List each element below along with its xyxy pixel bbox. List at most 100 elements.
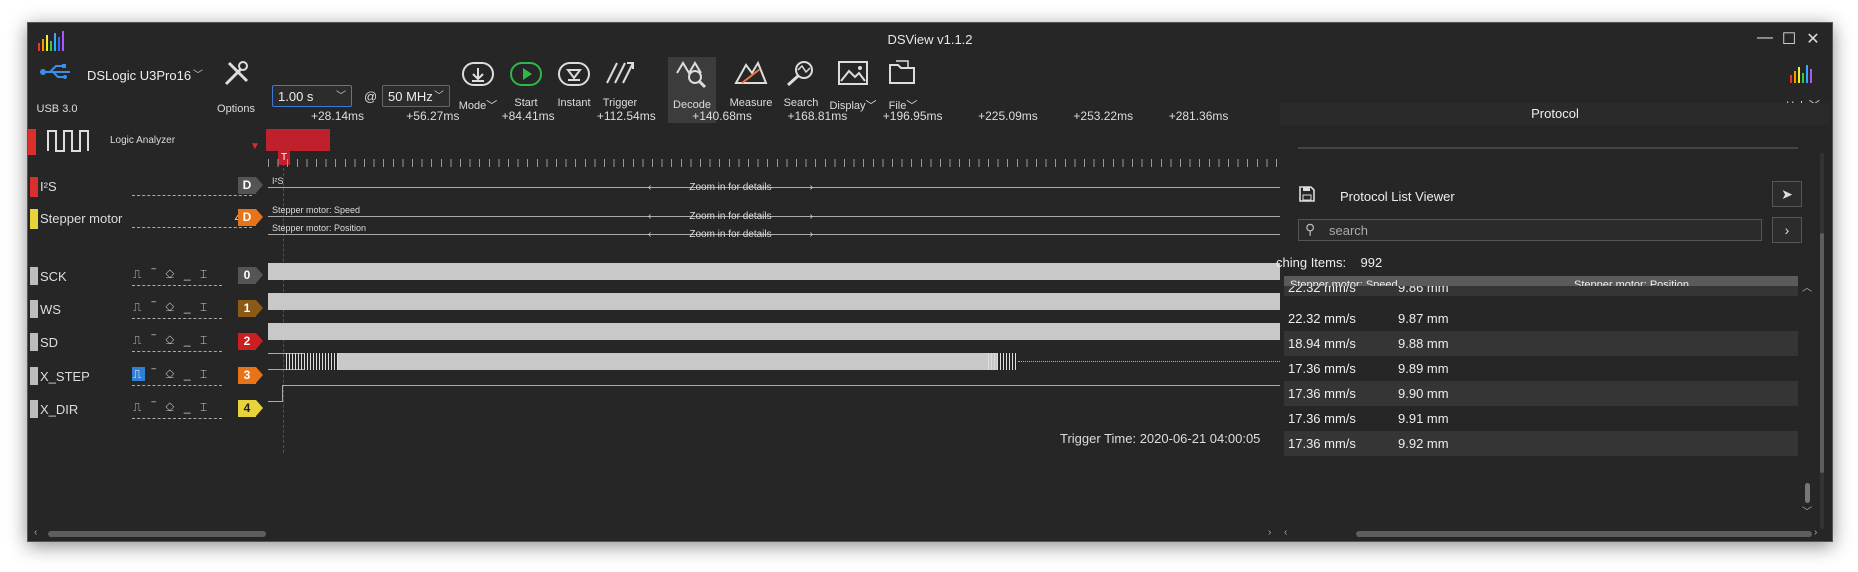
- channel-row[interactable]: WS ⎍ ‾ ⎐ _ ⌶ 1: [28, 300, 278, 322]
- list-scroll-thumb[interactable]: [1805, 483, 1810, 503]
- mode-button[interactable]: Mode﹀: [459, 55, 497, 112]
- list-item[interactable]: 22.32 mm/s 9.87 mm: [1284, 306, 1798, 331]
- chevron-down-icon[interactable]: ﹀: [1802, 503, 1812, 518]
- channel-color-swatch[interactable]: [30, 333, 38, 351]
- main-horizontal-scrollbar[interactable]: [48, 531, 266, 537]
- channel-row[interactable]: SCK ⎍ ‾ ⎐ _ ⌶ 0: [28, 267, 278, 289]
- sample-rate-select[interactable]: 50 MHz ﹀: [382, 85, 450, 107]
- channel-color-swatch[interactable]: [30, 209, 38, 229]
- any-edge-icon[interactable]: ⌶: [200, 267, 210, 281]
- high-level-icon[interactable]: ‾: [152, 267, 159, 281]
- search-next-button[interactable]: ›: [1772, 217, 1802, 243]
- zoom-hint: ‹ Zoom in for details ›: [648, 211, 813, 222]
- panel-scrollbar-right-arrow[interactable]: ›: [1814, 527, 1817, 538]
- list-item[interactable]: 17.36 mm/s 9.92 mm: [1284, 431, 1798, 456]
- trigger-options-icons[interactable]: ⎍ ‾ ⎐ _ ⌶: [132, 300, 210, 315]
- channel-color-swatch[interactable]: [30, 367, 38, 385]
- navigate-button[interactable]: ➤: [1772, 181, 1802, 207]
- rising-edge-icon[interactable]: ⎍: [132, 300, 145, 314]
- falling-edge-icon[interactable]: ⎐: [165, 333, 177, 347]
- trigger-expand-icon[interactable]: ▼: [250, 141, 260, 152]
- high-level-icon[interactable]: ‾: [152, 333, 159, 347]
- main-scrollbar-left-arrow[interactable]: ‹: [34, 527, 37, 538]
- channel-name[interactable]: WS: [40, 302, 61, 317]
- any-edge-icon[interactable]: ⌶: [200, 333, 210, 347]
- channel-color-swatch[interactable]: [30, 300, 38, 318]
- channel-name[interactable]: I²S: [40, 179, 57, 194]
- instant-button[interactable]: Instant: [557, 55, 591, 109]
- matching-items: ching Items: 992: [1276, 255, 1383, 270]
- main-scrollbar-right-arrow[interactable]: ›: [1268, 527, 1271, 538]
- duration-select[interactable]: 1.00 s ﹀: [272, 85, 352, 107]
- minimize-icon[interactable]: —: [1756, 29, 1774, 49]
- start-button[interactable]: Start: [509, 55, 543, 109]
- trigger-options-icons[interactable]: ⎍ ‾ ⎐ _ ⌶: [132, 367, 210, 382]
- channel-name[interactable]: X_DIR: [40, 402, 78, 417]
- close-icon[interactable]: ✕: [1804, 29, 1822, 49]
- channel-row[interactable]: Stepper motor4-3D: [28, 209, 278, 231]
- protocol-horizontal-scrollbar[interactable]: [1356, 531, 1812, 537]
- protocol-vertical-scrollbar[interactable]: ︿ ﹀: [1802, 153, 1828, 531]
- channel-row[interactable]: X_STEP ⎍ ‾ ⎐ _ ⌶ 3: [28, 367, 278, 389]
- channel-name[interactable]: Stepper motor: [40, 211, 122, 226]
- rising-edge-icon[interactable]: ⎍: [132, 267, 145, 281]
- decode-button[interactable]: Decode: [673, 55, 711, 111]
- list-item[interactable]: 17.36 mm/s 9.91 mm: [1284, 406, 1798, 431]
- low-level-icon[interactable]: _: [184, 267, 194, 281]
- trigger-button[interactable]: Trigger: [603, 55, 637, 109]
- falling-edge-icon[interactable]: ⎐: [165, 300, 177, 314]
- falling-edge-icon[interactable]: ⎐: [165, 367, 177, 381]
- channel-row[interactable]: I²S0D: [28, 177, 278, 199]
- channel-name[interactable]: SD: [40, 335, 58, 350]
- channel-name[interactable]: SCK: [40, 269, 67, 284]
- channel-row[interactable]: X_DIR ⎍ ‾ ⎐ _ ⌶ 4: [28, 400, 278, 422]
- channel-color-swatch[interactable]: [30, 267, 38, 285]
- channel-badge[interactable]: 0: [238, 267, 263, 284]
- file-button[interactable]: File﹀: [886, 55, 920, 112]
- channel-badge[interactable]: 3: [238, 367, 263, 384]
- falling-edge-icon[interactable]: ⎐: [165, 267, 177, 281]
- list-item[interactable]: 17.36 mm/s 9.89 mm: [1284, 356, 1798, 381]
- panel-scrollbar-left-arrow[interactable]: ‹: [1284, 527, 1287, 538]
- rising-edge-icon[interactable]: ⎍: [132, 367, 146, 381]
- channel-row[interactable]: SD ⎍ ‾ ⎐ _ ⌶ 2: [28, 333, 278, 355]
- save-button[interactable]: [1292, 181, 1322, 207]
- chevron-up-icon[interactable]: ︿: [1802, 279, 1812, 294]
- trigger-options-icons[interactable]: ⎍ ‾ ⎐ _ ⌶: [132, 400, 210, 415]
- low-level-icon[interactable]: _: [184, 333, 194, 347]
- display-button[interactable]: Display﹀: [829, 55, 877, 112]
- low-level-icon[interactable]: _: [184, 367, 194, 381]
- high-level-icon[interactable]: ‾: [152, 367, 159, 381]
- help-button[interactable]: Help﹀: [1786, 55, 1820, 112]
- list-item[interactable]: 18.94 mm/s 9.88 mm: [1284, 331, 1798, 356]
- falling-edge-icon[interactable]: ⎐: [165, 400, 177, 414]
- any-edge-icon[interactable]: ⌶: [200, 300, 210, 314]
- channel-badge[interactable]: D: [238, 177, 263, 194]
- speed-value: 22.32 mm/s: [1288, 286, 1356, 295]
- any-edge-icon[interactable]: ⌶: [200, 367, 210, 381]
- options-button[interactable]: Options: [217, 55, 255, 115]
- maximize-icon[interactable]: ☐: [1780, 29, 1798, 49]
- device-select[interactable]: DSLogic U3Pro16 ﹀: [82, 65, 208, 87]
- high-level-icon[interactable]: ‾: [152, 400, 159, 414]
- low-level-icon[interactable]: _: [184, 400, 194, 414]
- channel-color-swatch[interactable]: [30, 400, 38, 418]
- low-level-icon[interactable]: _: [184, 300, 194, 314]
- channel-badge[interactable]: D: [238, 209, 263, 226]
- channel-badge[interactable]: 1: [238, 300, 263, 317]
- channel-badge[interactable]: 2: [238, 333, 263, 350]
- list-item[interactable]: 22.32 mm/s 9.86 mm: [1284, 286, 1798, 296]
- measure-button[interactable]: Measure: [730, 55, 772, 109]
- any-edge-icon[interactable]: ⌶: [200, 400, 210, 414]
- channel-badge[interactable]: 4: [238, 400, 263, 417]
- rising-edge-icon[interactable]: ⎍: [132, 333, 145, 347]
- rising-edge-icon[interactable]: ⎍: [132, 400, 145, 414]
- protocol-search-input[interactable]: ⚲ search: [1298, 219, 1762, 241]
- search-button[interactable]: Search: [784, 55, 818, 109]
- trigger-options-icons[interactable]: ⎍ ‾ ⎐ _ ⌶: [132, 267, 210, 282]
- trigger-options-icons[interactable]: ⎍ ‾ ⎐ _ ⌶: [132, 333, 210, 348]
- channel-color-swatch[interactable]: [30, 177, 38, 197]
- high-level-icon[interactable]: ‾: [152, 300, 159, 314]
- channel-name[interactable]: X_STEP: [40, 369, 90, 384]
- list-item[interactable]: 17.36 mm/s 9.90 mm: [1284, 381, 1798, 406]
